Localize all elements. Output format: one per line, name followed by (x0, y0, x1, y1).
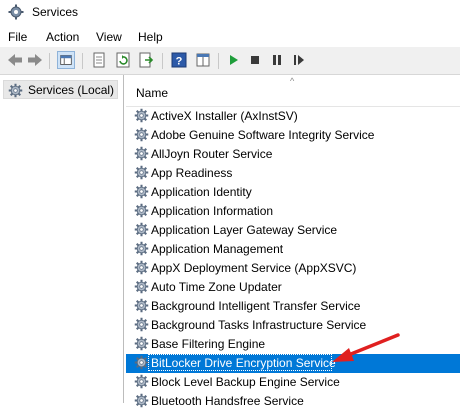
list-item[interactable]: Application Layer Gateway Service (126, 221, 460, 240)
gear-icon (134, 127, 149, 142)
column-header-label: Name (136, 86, 169, 100)
menu-help[interactable]: Help (138, 30, 163, 44)
gear-icon (134, 184, 149, 199)
gear-icon (134, 203, 149, 218)
refresh-icon[interactable] (114, 51, 132, 69)
service-name: BitLocker Drive Encryption Service (151, 356, 336, 370)
title-bar: Services (0, 0, 460, 26)
service-name: Auto Time Zone Updater (151, 280, 282, 294)
services-gear-icon (8, 4, 24, 20)
service-name: Base Filtering Engine (151, 337, 266, 351)
play-icon[interactable] (224, 51, 242, 69)
list-item[interactable]: Adobe Genuine Software Integrity Service (126, 126, 460, 145)
properties-icon[interactable] (90, 51, 108, 69)
gear-icon (134, 374, 149, 389)
list-item[interactable]: Base Filtering Engine (126, 335, 460, 354)
gear-icon (134, 146, 149, 161)
service-name: Adobe Genuine Software Integrity Service (151, 128, 375, 142)
services-list-pane: ^ Name ActiveX Installer (AxInstSV) Adobe… (126, 75, 460, 408)
gear-icon (8, 83, 23, 98)
sort-ascending-icon: ^ (290, 76, 295, 86)
toolbar-separator (162, 53, 163, 69)
list-item[interactable]: Application Management (126, 240, 460, 259)
service-name: Background Tasks Infrastructure Service (151, 318, 367, 332)
column-header-name[interactable]: ^ Name (126, 75, 460, 107)
service-name: ActiveX Installer (AxInstSV) (151, 109, 298, 123)
export-list-icon[interactable] (137, 51, 155, 69)
gear-icon (134, 279, 149, 294)
pause-icon[interactable] (268, 51, 286, 69)
list-item[interactable]: Block Level Backup Engine Service (126, 373, 460, 392)
menu-action[interactable]: Action (46, 30, 79, 44)
gear-icon (134, 241, 149, 256)
service-name: Block Level Backup Engine Service (151, 375, 340, 389)
service-name: Background Intelligent Transfer Service (151, 299, 361, 313)
list-item[interactable]: App Readiness (126, 164, 460, 183)
service-name: Application Management (151, 242, 284, 256)
toolbar-separator (49, 53, 50, 69)
service-name: AppX Deployment Service (AppXSVC) (151, 261, 357, 275)
menu-view[interactable]: View (96, 30, 122, 44)
tree-item-label: Services (Local) (28, 83, 115, 97)
menu-bar: File Action View Help (0, 26, 460, 47)
list-item[interactable]: Background Intelligent Transfer Service (126, 297, 460, 316)
list-item[interactable]: AllJoyn Router Service (126, 145, 460, 164)
gear-icon (134, 355, 149, 370)
gear-icon (134, 260, 149, 275)
back-arrow-icon[interactable] (6, 51, 24, 69)
list-item[interactable]: AppX Deployment Service (AppXSVC) (126, 259, 460, 278)
toolbar: ? (0, 47, 460, 75)
toggle-view-icon[interactable] (194, 51, 212, 69)
list-item-selected[interactable]: BitLocker Drive Encryption Service (126, 354, 460, 373)
console-tree-pane: Services (Local) (0, 75, 124, 403)
gear-icon (134, 298, 149, 313)
service-name: Bluetooth Handsfree Service (151, 394, 304, 408)
list-item[interactable]: Bluetooth Handsfree Service (126, 392, 460, 411)
toolbar-separator (82, 53, 83, 69)
forward-arrow-icon[interactable] (26, 51, 44, 69)
list-item[interactable]: Application Information (126, 202, 460, 221)
gear-icon (134, 108, 149, 123)
help-icon[interactable]: ? (170, 51, 188, 69)
gear-icon (134, 336, 149, 351)
service-name: Application Information (151, 204, 274, 218)
gear-icon (134, 317, 149, 332)
tree-item-services-local[interactable]: Services (Local) (3, 80, 118, 99)
window-title: Services (32, 5, 79, 19)
menu-file[interactable]: File (8, 30, 27, 44)
toolbar-separator (218, 53, 219, 69)
service-name: App Readiness (151, 166, 233, 180)
gear-icon (134, 222, 149, 237)
list-item[interactable]: ActiveX Installer (AxInstSV) (126, 107, 460, 126)
restart-icon[interactable] (290, 51, 308, 69)
service-name: Application Identity (151, 185, 252, 199)
list-item[interactable]: Background Tasks Infrastructure Service (126, 316, 460, 335)
list-item[interactable]: Auto Time Zone Updater (126, 278, 460, 297)
stop-icon[interactable] (246, 51, 264, 69)
svg-text:?: ? (176, 56, 183, 68)
list-item[interactable]: Application Identity (126, 183, 460, 202)
gear-icon (134, 165, 149, 180)
service-name: AllJoyn Router Service (151, 147, 273, 161)
gear-icon (134, 393, 149, 408)
show-console-tree-icon[interactable] (57, 51, 75, 69)
service-name: Application Layer Gateway Service (151, 223, 338, 237)
